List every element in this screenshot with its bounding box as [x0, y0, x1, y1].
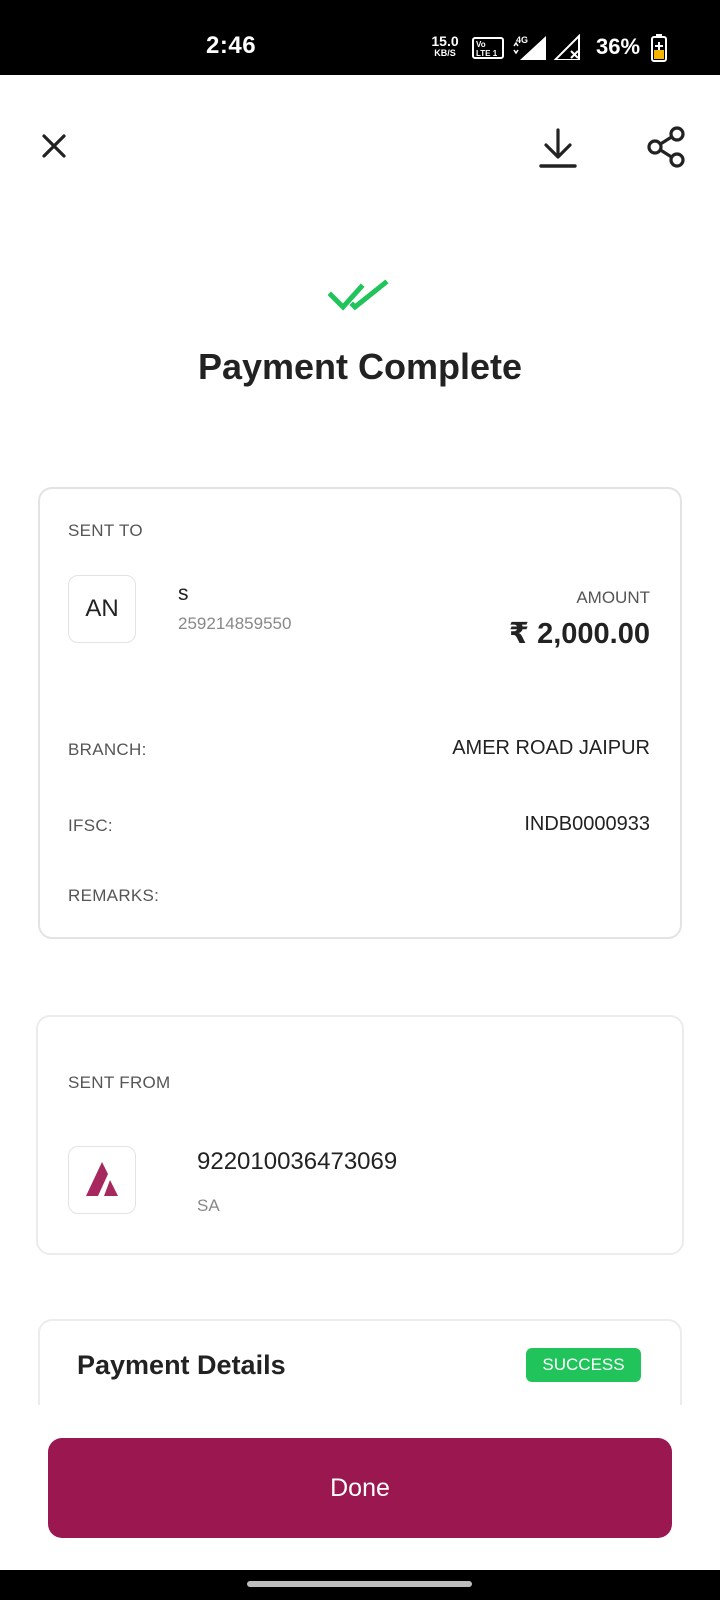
amount-label: AMOUNT [576, 588, 650, 607]
sender-account-type: SA [197, 1196, 220, 1215]
network-speed-unit: KB/S [434, 48, 456, 58]
ifsc-label: IFSC: [68, 816, 113, 835]
volte-line2: LTE 1 [476, 49, 498, 58]
network-type: 4G [516, 35, 528, 45]
recipient-account-number: 259214859550 [178, 614, 292, 633]
status-badge: SUCCESS [526, 1348, 641, 1382]
close-icon[interactable] [38, 130, 70, 162]
bank-logo-box [68, 1146, 136, 1214]
share-icon[interactable] [646, 126, 686, 168]
network-speed: 15.0 KB/S [428, 34, 462, 59]
signal-4g-icon: 4G [513, 35, 546, 60]
volte-line1: Vo [476, 40, 486, 49]
volte-icon: Vo LTE 1 [472, 37, 504, 59]
avatar-initials: AN [85, 595, 119, 622]
sent-to-label: SENT TO [68, 521, 143, 540]
double-check-icon [328, 279, 389, 311]
recipient-name: s [178, 582, 189, 605]
battery-charging-icon [651, 34, 667, 62]
payment-details-title: Payment Details [77, 1350, 286, 1380]
sent-from-card [36, 1015, 684, 1255]
gesture-handle[interactable] [247, 1581, 472, 1587]
branch-value: AMER ROAD JAIPUR [452, 737, 650, 759]
status-time: 2:46 [206, 32, 257, 59]
done-button[interactable]: Done [48, 1438, 672, 1538]
page-title: Payment Complete [197, 346, 523, 387]
ifsc-value: INDB0000933 [524, 813, 650, 835]
navigation-bar [0, 1570, 720, 1600]
status-bar: 2:46 15.0 KB/S Vo LTE 1 4G 36% [0, 0, 720, 75]
sender-account-number: 922010036473069 [197, 1148, 398, 1175]
sent-to-card [38, 487, 682, 939]
axis-bank-logo [86, 1162, 118, 1196]
amount-value: ₹ 2,000.00 [508, 618, 650, 650]
sent-from-label: SENT FROM [68, 1073, 171, 1092]
avatar: AN [68, 575, 136, 643]
remarks-label: REMARKS: [68, 886, 160, 905]
signal-no-service-icon [553, 34, 580, 60]
download-icon[interactable] [538, 126, 578, 170]
battery-percent: 36% [596, 34, 641, 59]
network-speed-value: 15.0 [431, 33, 459, 49]
branch-label: BRANCH: [68, 740, 147, 759]
